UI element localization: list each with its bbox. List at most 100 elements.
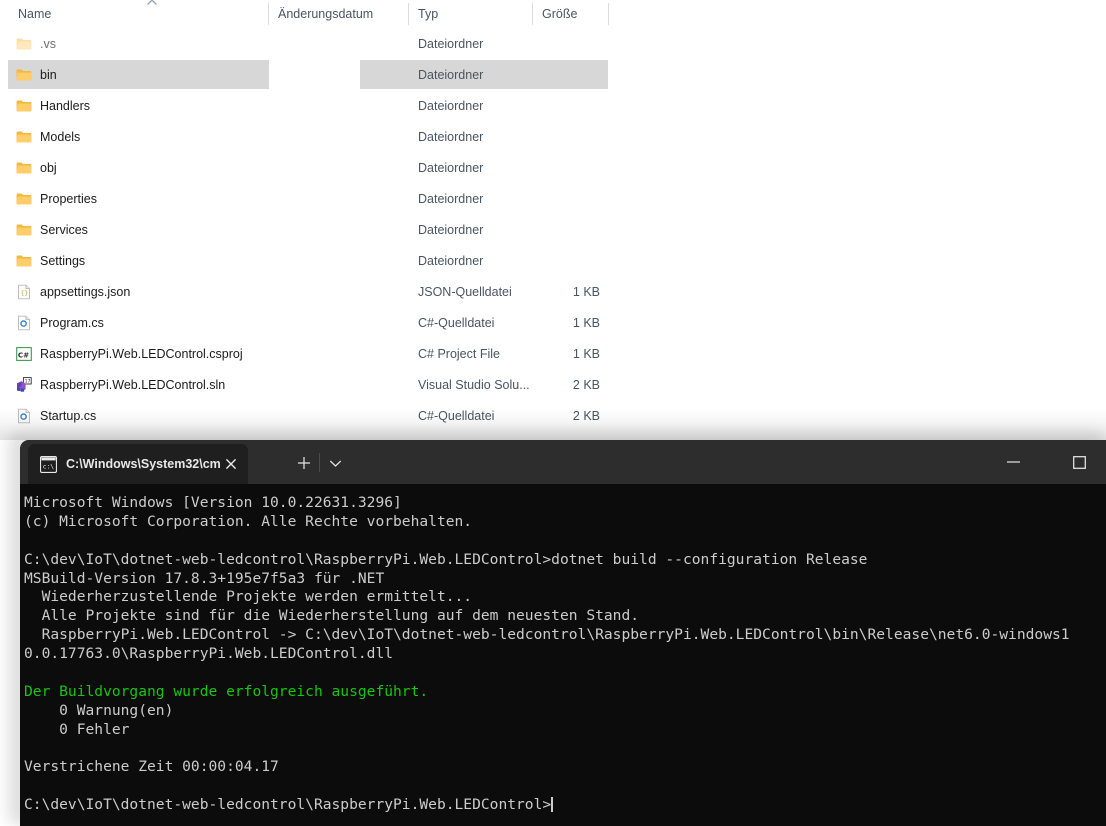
cell-file-name[interactable]: Program.cs (8, 307, 104, 338)
terminal-line: Verstrichene Zeit 00:00:04.17 (24, 758, 1106, 777)
cell-file-type: Dateiordner (408, 121, 483, 152)
folder-icon (16, 98, 32, 114)
csharp-file-icon (16, 408, 32, 424)
close-window-button[interactable] (1100, 440, 1106, 484)
folder-icon (16, 36, 32, 52)
minimize-button[interactable] (990, 440, 1036, 484)
file-name-label: Properties (40, 192, 97, 206)
terminal-line (24, 664, 1106, 683)
cell-file-name[interactable]: Startup.cs (8, 400, 96, 431)
terminal-tab-title: C:\Windows\System32\cmd.e (66, 457, 220, 471)
terminal-titlebar[interactable]: c:\ C:\Windows\System32\cmd.e (20, 440, 1106, 484)
file-name-label: Handlers (40, 99, 90, 113)
column-header-modified[interactable]: Änderungsdatum (268, 0, 373, 28)
cell-file-name[interactable]: bin (8, 59, 57, 90)
file-name-label: RaspberryPi.Web.LEDControl.csproj (40, 347, 243, 361)
cell-file-type: Visual Studio Solu... (408, 369, 530, 400)
file-size-label: 2 KB (573, 409, 600, 423)
cell-file-type: Dateiordner (408, 90, 483, 121)
cell-file-name[interactable]: Settings (8, 245, 85, 276)
column-header-name-label: Name (18, 7, 51, 21)
table-row[interactable]: Models Dateiordner (0, 121, 1106, 152)
table-row[interactable]: Startup.cs C#-Quelldatei 2 KB (0, 400, 1106, 431)
list-bottom-notch (270, 406, 362, 424)
file-type-label: C#-Quelldatei (418, 409, 494, 423)
file-name-label: Settings (40, 254, 85, 268)
table-row[interactable]: obj Dateiordner (0, 152, 1106, 183)
column-divider[interactable] (408, 3, 409, 25)
file-type-label: Dateiordner (418, 130, 483, 144)
file-type-label: Dateiordner (418, 99, 483, 113)
folder-icon (16, 191, 32, 207)
table-row[interactable]: ServicesDateiordner (0, 214, 1106, 245)
terminal-line: 0 Warnung(en) (24, 702, 1106, 721)
cell-file-name[interactable]: Services (8, 214, 88, 245)
json-file-icon: {} (16, 284, 32, 300)
cell-file-size: 1 KB (532, 338, 600, 369)
terminal-line: 0 Fehler (24, 721, 1106, 740)
table-row[interactable]: Handlers Dateiordner (0, 90, 1106, 121)
new-tab-button[interactable] (290, 450, 318, 476)
file-type-label: C#-Quelldatei (418, 316, 494, 330)
cell-file-name[interactable]: .vs (8, 28, 56, 59)
file-name-label: bin (40, 68, 57, 82)
table-row[interactable]: Properties Dateiordner (0, 183, 1106, 214)
cell-file-size (532, 59, 600, 90)
chevron-down-icon[interactable] (322, 450, 348, 476)
table-row[interactable]: SettingsDateiordner (0, 245, 1106, 276)
column-header-size[interactable]: Größe (532, 0, 577, 28)
cell-file-name[interactable]: 17RaspberryPi.Web.LEDControl.sln (8, 369, 225, 400)
table-row[interactable]: C#RaspberryPi.Web.LEDControl.csproj C# Pr… (0, 338, 1106, 369)
cell-file-type: Dateiordner (408, 183, 483, 214)
cell-file-size (532, 183, 600, 214)
cell-file-size (532, 245, 600, 276)
file-name-label: .vs (40, 37, 56, 51)
cell-file-name[interactable]: obj (8, 152, 57, 183)
maximize-button[interactable] (1056, 440, 1102, 484)
column-header-name[interactable]: Name (8, 0, 51, 28)
column-header-size-label: Größe (542, 7, 577, 21)
table-row[interactable]: Program.cs C#-Quelldatei 1 KB (0, 307, 1106, 338)
cell-file-type: C# Project File (408, 338, 500, 369)
cell-file-type: C#-Quelldatei (408, 307, 494, 338)
terminal-output[interactable]: Microsoft Windows [Version 10.0.22631.32… (20, 484, 1106, 826)
column-divider[interactable] (532, 3, 533, 25)
terminal-line: C:\dev\IoT\dotnet-web-ledcontrol\Raspber… (24, 551, 1106, 570)
cell-file-name[interactable]: Handlers (8, 90, 90, 121)
file-type-label: Dateiordner (418, 161, 483, 175)
cell-file-size (532, 214, 600, 245)
cell-file-name[interactable]: Properties (8, 183, 97, 214)
terminal-prompt-line[interactable]: C:\dev\IoT\dotnet-web-ledcontrol\Raspber… (24, 796, 1106, 815)
table-row[interactable]: {}appsettings.jsonJSON-Quelldatei1 KB (0, 276, 1106, 307)
csharp-file-icon (16, 315, 32, 331)
folder-icon (16, 160, 32, 176)
cell-file-name[interactable]: Models (8, 121, 80, 152)
terminal-line (24, 777, 1106, 796)
table-row[interactable]: .vsDateiordner (0, 28, 1106, 59)
cell-file-size (532, 121, 600, 152)
terminal-line: 0.0.17763.0\RaspberryPi.Web.LEDControl.d… (24, 645, 1106, 664)
cell-file-name[interactable]: C#RaspberryPi.Web.LEDControl.csproj (8, 338, 243, 369)
cell-file-size: 2 KB (532, 400, 600, 431)
file-name-label: Services (40, 223, 88, 237)
table-row[interactable]: 17RaspberryPi.Web.LEDControl.sln Visual S… (0, 369, 1106, 400)
column-header-type[interactable]: Typ (408, 0, 438, 28)
column-divider[interactable] (268, 3, 269, 25)
file-size-label: 1 KB (573, 316, 600, 330)
file-explorer-pane: Name Änderungsdatum Typ Größe .vsDateior… (0, 0, 1106, 440)
cell-file-size (532, 28, 600, 59)
file-name-label: Program.cs (40, 316, 104, 330)
cell-file-type: Dateiordner (408, 152, 483, 183)
terminal-line (24, 740, 1106, 759)
svg-text:c:\: c:\ (43, 462, 55, 470)
table-row[interactable]: binDateiordner (0, 59, 1106, 90)
folder-icon (16, 67, 32, 83)
column-divider[interactable] (608, 3, 609, 25)
folder-icon (16, 129, 32, 145)
cell-file-name[interactable]: {} appsettings.json (8, 276, 130, 307)
terminal-line: Alle Projekte sind für die Wiederherstel… (24, 607, 1106, 626)
terminal-tab[interactable]: c:\ C:\Windows\System32\cmd.e (28, 444, 248, 484)
close-tab-icon[interactable] (220, 453, 242, 475)
file-name-label: appsettings.json (40, 285, 130, 299)
file-type-label: C# Project File (418, 347, 500, 361)
